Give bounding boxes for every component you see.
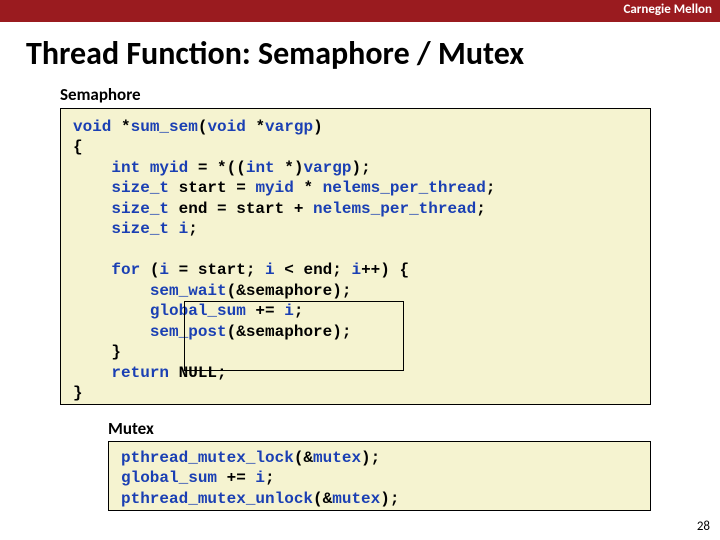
slide: Carnegie Mellon Thread Function: Semapho… <box>0 0 720 540</box>
semaphore-label: Semaphore <box>60 84 141 105</box>
slide-title: Thread Function: Semaphore / Mutex <box>26 34 524 73</box>
code-block-2: pthread_mutex_lock(&mutex); global_sum +… <box>121 448 638 509</box>
top-bar: Carnegie Mellon <box>0 0 720 22</box>
highlight-box <box>184 301 404 371</box>
page-number: 28 <box>697 519 710 534</box>
mutex-label: Mutex <box>108 418 154 439</box>
semaphore-code-box: void *sum_sem(void *vargp) { int myid = … <box>60 108 651 405</box>
brand-text: Carnegie Mellon <box>623 2 712 17</box>
mutex-code-box: pthread_mutex_lock(&mutex); global_sum +… <box>108 441 651 511</box>
